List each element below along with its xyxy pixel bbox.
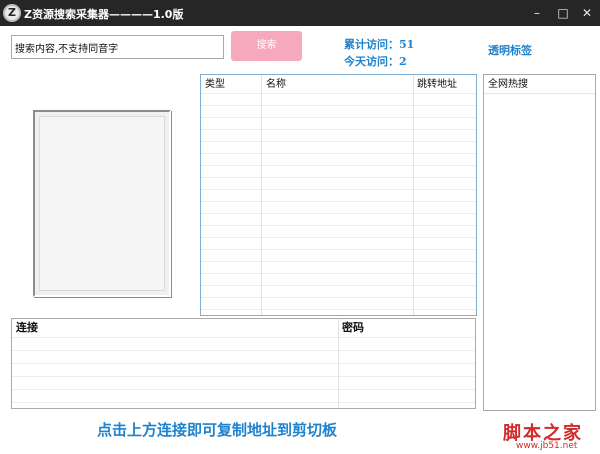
- table-row-line: [201, 237, 476, 238]
- results-table[interactable]: 类型 名称 跳转地址: [200, 74, 477, 316]
- title-bar[interactable]: Z Z资源搜索采集器————1.0版 – □ ✕: [0, 0, 600, 26]
- links-table[interactable]: 连接 密码: [11, 318, 476, 409]
- minimize-button[interactable]: –: [524, 0, 550, 26]
- app-logo-icon: Z: [3, 4, 21, 22]
- table-row-line: [201, 297, 476, 298]
- table-row-line: [201, 213, 476, 214]
- table-row-line: [201, 285, 476, 286]
- today-visits-label: 今天访问：2: [344, 55, 407, 68]
- table-row-line: [201, 129, 476, 130]
- watermark-url: www.jb51.net: [516, 441, 578, 451]
- copy-hint-text: 点击上方连接即可复制地址到剪切板: [97, 421, 338, 439]
- table-row-line: [12, 337, 475, 338]
- column-header-link[interactable]: 连接: [12, 319, 38, 337]
- maximize-button[interactable]: □: [550, 0, 576, 26]
- table-row-line: [201, 93, 476, 94]
- table-row-line: [201, 153, 476, 154]
- column-header-name[interactable]: 名称: [262, 75, 286, 93]
- column-header-redirect-url[interactable]: 跳转地址: [413, 75, 457, 93]
- table-row-line: [201, 249, 476, 250]
- table-row-line: [201, 201, 476, 202]
- transparent-tag-link[interactable]: 透明标签: [488, 42, 532, 58]
- total-visits-label: 累计访问：51: [344, 38, 415, 51]
- table-row-line: [201, 177, 476, 178]
- image-preview-area: [39, 116, 165, 291]
- header-divider: [484, 93, 595, 94]
- table-row-line: [201, 309, 476, 310]
- column-header-password[interactable]: 密码: [338, 319, 364, 337]
- table-row-line: [201, 273, 476, 274]
- table-row-line: [12, 402, 475, 403]
- column-divider: [261, 75, 262, 315]
- hot-search-list[interactable]: 全网热搜: [483, 74, 596, 411]
- search-input[interactable]: [11, 35, 224, 59]
- hot-search-header: 全网热搜: [488, 79, 528, 90]
- column-divider: [413, 75, 414, 315]
- table-row-line: [12, 363, 475, 364]
- table-row-line: [12, 376, 475, 377]
- table-row-line: [201, 189, 476, 190]
- search-button[interactable]: 搜索: [231, 31, 302, 61]
- table-row-line: [201, 117, 476, 118]
- table-row-line: [12, 389, 475, 390]
- image-preview-box: [33, 110, 171, 297]
- table-row-line: [201, 141, 476, 142]
- column-header-type[interactable]: 类型: [201, 75, 225, 93]
- window-title: Z资源搜索采集器————1.0版: [24, 8, 184, 21]
- table-row-line: [201, 225, 476, 226]
- table-row-line: [201, 105, 476, 106]
- close-button[interactable]: ✕: [574, 0, 600, 26]
- table-row-line: [12, 350, 475, 351]
- table-row-line: [201, 261, 476, 262]
- table-row-line: [201, 165, 476, 166]
